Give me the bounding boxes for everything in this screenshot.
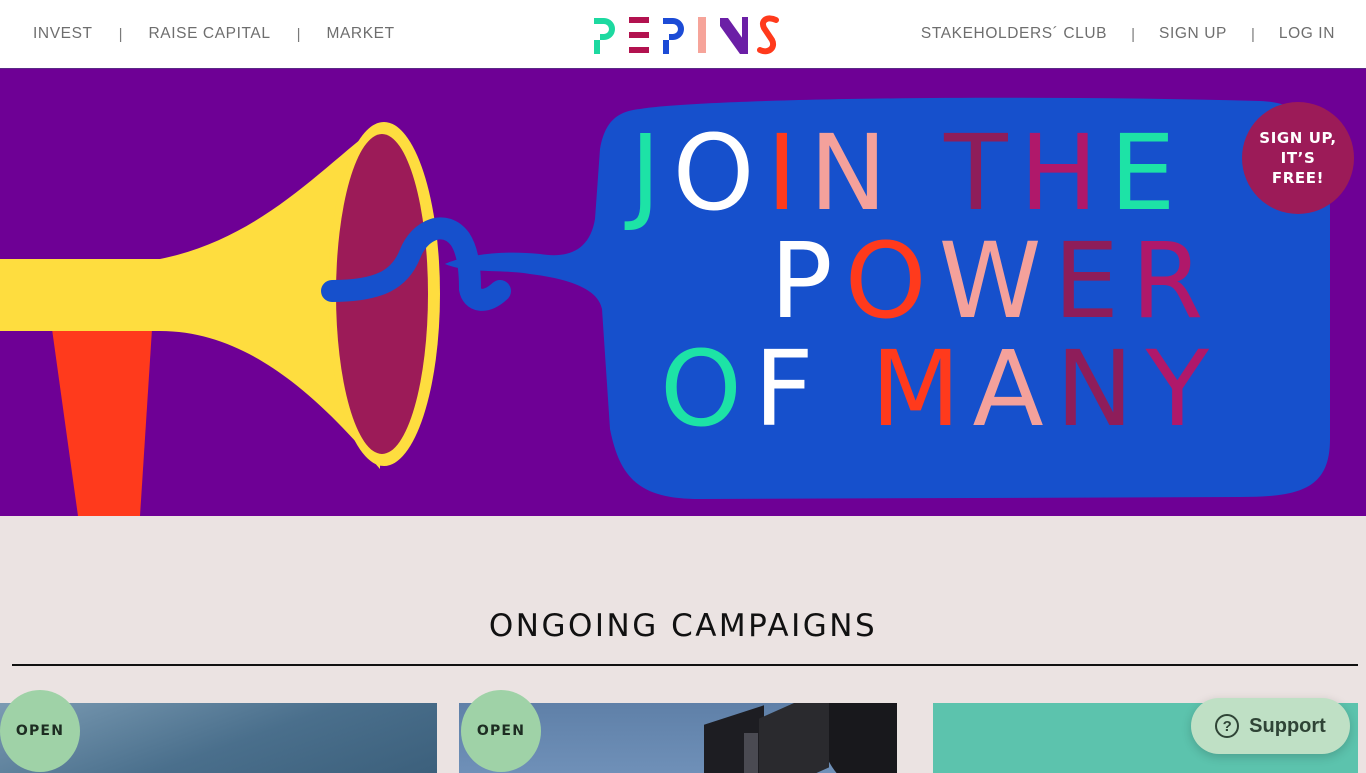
- nav-left: INVEST | RAISE CAPITAL | MARKET: [33, 0, 395, 68]
- building-shape: [759, 703, 829, 773]
- pepins-logo-mark: [594, 15, 779, 55]
- building-shape: [744, 733, 758, 773]
- hero-letter: A: [972, 328, 1056, 450]
- section-divider: [12, 664, 1358, 666]
- hero-line-1: JOIN THE: [630, 119, 1230, 227]
- hero-letter: O: [672, 112, 767, 234]
- hero-letter: N: [1055, 328, 1146, 450]
- site-header: INVEST | RAISE CAPITAL | MARKET STAKEHOL…: [0, 0, 1366, 69]
- hero-letter: E: [1109, 112, 1188, 234]
- hero-letter: Y: [1145, 328, 1221, 450]
- nav-separator: |: [118, 25, 123, 43]
- nav-raise-capital-link[interactable]: RAISE CAPITAL: [149, 25, 271, 43]
- dark-sky-shape: [819, 703, 897, 773]
- question-circle-icon: ?: [1215, 714, 1240, 738]
- hero-line-3: OF MANY: [630, 335, 1230, 443]
- nav-right: STAKEHOLDERS´ CLUB | SIGN UP | LOG IN: [921, 0, 1335, 68]
- hero-letter: H: [1019, 112, 1110, 234]
- hero-headline: JOIN THE POWER OF MANY: [630, 119, 1230, 443]
- support-label: Support: [1249, 714, 1326, 737]
- hero-letter: T: [944, 112, 1020, 234]
- status-badge: OPEN: [461, 690, 541, 772]
- nav-invest-link[interactable]: INVEST: [33, 25, 93, 43]
- hero-letter: E: [1053, 220, 1132, 342]
- hero-banner: JOIN THE POWER OF MANY SIGN UP, IT’S FRE…: [0, 69, 1366, 516]
- nav-separator: |: [1250, 25, 1255, 43]
- hero-letter: [899, 119, 944, 227]
- nav-market-link[interactable]: MARKET: [326, 25, 394, 43]
- hero-letter: M: [870, 328, 973, 450]
- hero-letter: P: [770, 220, 845, 342]
- nav-stakeholders-club-link[interactable]: STAKEHOLDERS´ CLUB: [921, 25, 1107, 43]
- pepins-logo[interactable]: [590, 14, 780, 56]
- nav-log-in-link[interactable]: LOG IN: [1279, 25, 1335, 43]
- signup-free-badge[interactable]: SIGN UP, IT’S FREE!: [1242, 102, 1354, 214]
- ongoing-campaigns-heading: ONGOING CAMPAIGNS: [488, 608, 878, 644]
- nav-separator: |: [1131, 25, 1136, 43]
- status-badge: OPEN: [0, 690, 80, 772]
- hero-letter: [826, 335, 871, 443]
- hero-line-2: POWER: [630, 227, 1230, 335]
- nav-separator: |: [296, 25, 301, 43]
- hero-letter: R: [1131, 220, 1216, 342]
- hero-letter: I: [766, 112, 810, 234]
- signup-free-badge-label: SIGN UP, IT’S FREE!: [1259, 129, 1337, 187]
- hero-letter: O: [660, 328, 754, 450]
- support-button[interactable]: ? Support: [1191, 698, 1350, 754]
- hero-letter: F: [753, 328, 826, 450]
- hero-letter: O: [844, 220, 939, 342]
- hero-letter: N: [809, 112, 899, 234]
- hero-letter: J: [630, 112, 673, 234]
- nav-sign-up-link[interactable]: SIGN UP: [1159, 25, 1227, 43]
- hero-letter: W: [938, 220, 1054, 342]
